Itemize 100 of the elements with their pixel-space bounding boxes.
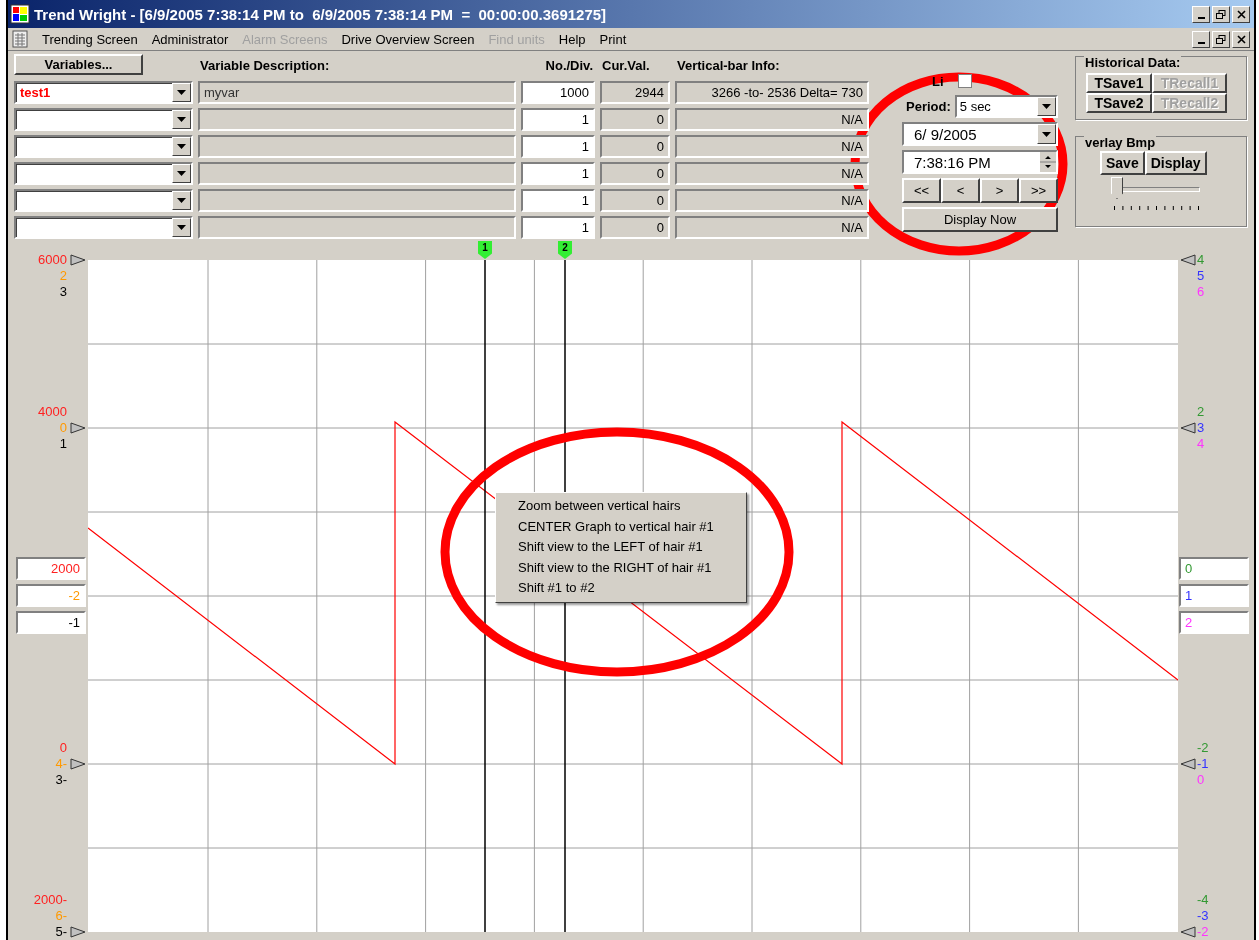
vertical-bar-info-cell: N/A: [675, 189, 869, 212]
dropdown-arrow-icon: [1042, 104, 1051, 109]
navigation-button[interactable]: <: [941, 178, 980, 203]
overlay-button[interactable]: Display: [1144, 151, 1207, 175]
scale-pointer-icon[interactable]: [1180, 422, 1196, 434]
close-button[interactable]: [1232, 30, 1250, 48]
trend-plot[interactable]: Zoom between vertical hairs CENTER Graph to vertical hair #1 Shift view to the LEFT of hair #1 Shift view to the RIGHT of hair #1 Shift #1 to #2: [88, 260, 1178, 932]
per-division-field[interactable]: 1: [521, 108, 595, 131]
axis-tick-label: 4: [1197, 252, 1205, 268]
restore-button[interactable]: [1212, 30, 1230, 48]
axis-tick-label: 6: [1197, 284, 1205, 300]
vertical-bar-info-cell: N/A: [675, 135, 869, 158]
minimize-button[interactable]: [1192, 30, 1210, 48]
history-button[interactable]: TSave2: [1086, 93, 1152, 113]
axis-tick-label: 4-: [55, 756, 67, 772]
per-division-field[interactable]: 1000: [521, 81, 595, 104]
restore-icon: [1216, 34, 1226, 44]
per-division-field[interactable]: 1: [521, 216, 595, 239]
close-button[interactable]: [1232, 5, 1250, 23]
period-dropdown[interactable]: 5 sec: [954, 95, 1058, 118]
close-icon: [1236, 9, 1246, 19]
hair-marker[interactable]: 2: [558, 241, 572, 259]
description-field[interactable]: [198, 108, 516, 131]
axis-tick-label: 2000-: [33, 892, 67, 908]
menu-item[interactable]: Print: [599, 31, 627, 47]
description-field[interactable]: myvar: [198, 81, 516, 104]
scale-input-field[interactable]: 1: [1179, 584, 1249, 607]
date-picker[interactable]: 6/ 9/2005: [902, 122, 1058, 146]
variable-dropdown[interactable]: test1: [14, 81, 193, 104]
scale-pointer-icon[interactable]: [70, 422, 86, 434]
document-icon[interactable]: [12, 30, 28, 48]
variable-dropdown[interactable]: [14, 189, 193, 212]
column-header: No./Div.: [544, 58, 594, 73]
close-icon: [1236, 34, 1246, 44]
scale-pointer-icon[interactable]: [1180, 926, 1196, 938]
dropdown-arrow-icon: [177, 198, 186, 203]
context-menu-item[interactable]: Shift #1 to #2: [496, 578, 746, 599]
axis-tick-label: 0: [59, 420, 67, 436]
context-menu-item[interactable]: Zoom between vertical hairs: [496, 496, 746, 517]
scale-pointer-icon[interactable]: [1180, 758, 1196, 770]
navigation-button[interactable]: <<: [902, 178, 941, 203]
axis-tick-label: 3: [59, 284, 67, 300]
axis-tick-label: -4: [1197, 892, 1209, 908]
variable-dropdown[interactable]: [14, 216, 193, 239]
axis-tick-label: 1: [59, 436, 67, 452]
scale-pointer-icon[interactable]: [70, 254, 86, 266]
navigation-button[interactable]: >: [980, 178, 1019, 203]
period-label: Period:: [905, 99, 951, 114]
vertical-hair-line[interactable]: [484, 260, 486, 932]
scale-pointer-icon[interactable]: [70, 926, 86, 938]
time-field[interactable]: 7:38:16 PM: [902, 150, 1058, 174]
axis-tick-label: -2: [1197, 924, 1209, 940]
menu-item[interactable]: Drive Overview Screen: [341, 31, 475, 47]
menu-item[interactable]: Help: [558, 31, 586, 47]
live-checkbox[interactable]: [957, 74, 972, 88]
variable-dropdown[interactable]: [14, 135, 193, 158]
context-menu-item[interactable]: CENTER Graph to vertical hair #1: [496, 516, 746, 538]
dropdown-arrow-icon: [1042, 131, 1051, 137]
axis-tick-label: 0: [59, 740, 67, 756]
group-title: verlay Bmp: [1084, 135, 1157, 150]
scale-pointer-icon[interactable]: [1180, 254, 1196, 266]
menu-item[interactable]: Administrator: [151, 31, 229, 47]
description-field[interactable]: [198, 189, 516, 212]
variable-dropdown[interactable]: [14, 108, 193, 131]
variables-button[interactable]: Variables...: [14, 54, 143, 75]
minimize-icon: [1197, 41, 1205, 44]
column-header: Variable Description:: [199, 58, 331, 73]
axis-tick-label: 4: [1197, 436, 1205, 452]
overlay-button[interactable]: Save: [1100, 151, 1145, 175]
per-division-field[interactable]: 1: [521, 162, 595, 185]
vertical-bar-info-cell: N/A: [675, 108, 869, 131]
context-menu-item[interactable]: Shift view to the LEFT of hair #1: [496, 537, 746, 558]
display-now-button[interactable]: Display Now: [902, 207, 1058, 232]
vertical-bar-info-cell: N/A: [675, 162, 869, 185]
column-header: Cur.Val.: [601, 58, 651, 73]
dropdown-arrow-icon: [177, 90, 186, 95]
scale-input-field[interactable]: 2000: [16, 557, 86, 580]
menu-item[interactable]: Trending Screen: [42, 31, 138, 47]
scale-input-field[interactable]: -1: [16, 611, 86, 634]
variable-dropdown[interactable]: [14, 162, 193, 185]
current-value-cell: 0: [600, 135, 670, 158]
context-menu-item[interactable]: Shift view to the RIGHT of hair #1: [496, 557, 746, 579]
slider-thumb[interactable]: [1111, 177, 1123, 199]
scale-input-field[interactable]: 0: [1179, 557, 1249, 580]
description-field[interactable]: [198, 216, 516, 239]
navigation-button[interactable]: >>: [1019, 178, 1058, 203]
history-button[interactable]: TSave1: [1086, 73, 1152, 93]
minimize-button[interactable]: [1192, 5, 1210, 23]
hair-marker[interactable]: 1: [478, 241, 492, 259]
restore-button[interactable]: [1212, 5, 1230, 23]
per-division-field[interactable]: 1: [521, 189, 595, 212]
axis-tick-label: 6000: [38, 252, 67, 268]
description-field[interactable]: [198, 135, 516, 158]
per-division-field[interactable]: 1: [521, 135, 595, 158]
axis-tick-label: -2: [1197, 740, 1209, 756]
current-value-cell: 0: [600, 108, 670, 131]
dropdown-arrow-icon: [177, 117, 186, 122]
axis-tick-label: 2: [1197, 404, 1205, 420]
scale-pointer-icon[interactable]: [70, 758, 86, 770]
description-field[interactable]: [198, 162, 516, 185]
